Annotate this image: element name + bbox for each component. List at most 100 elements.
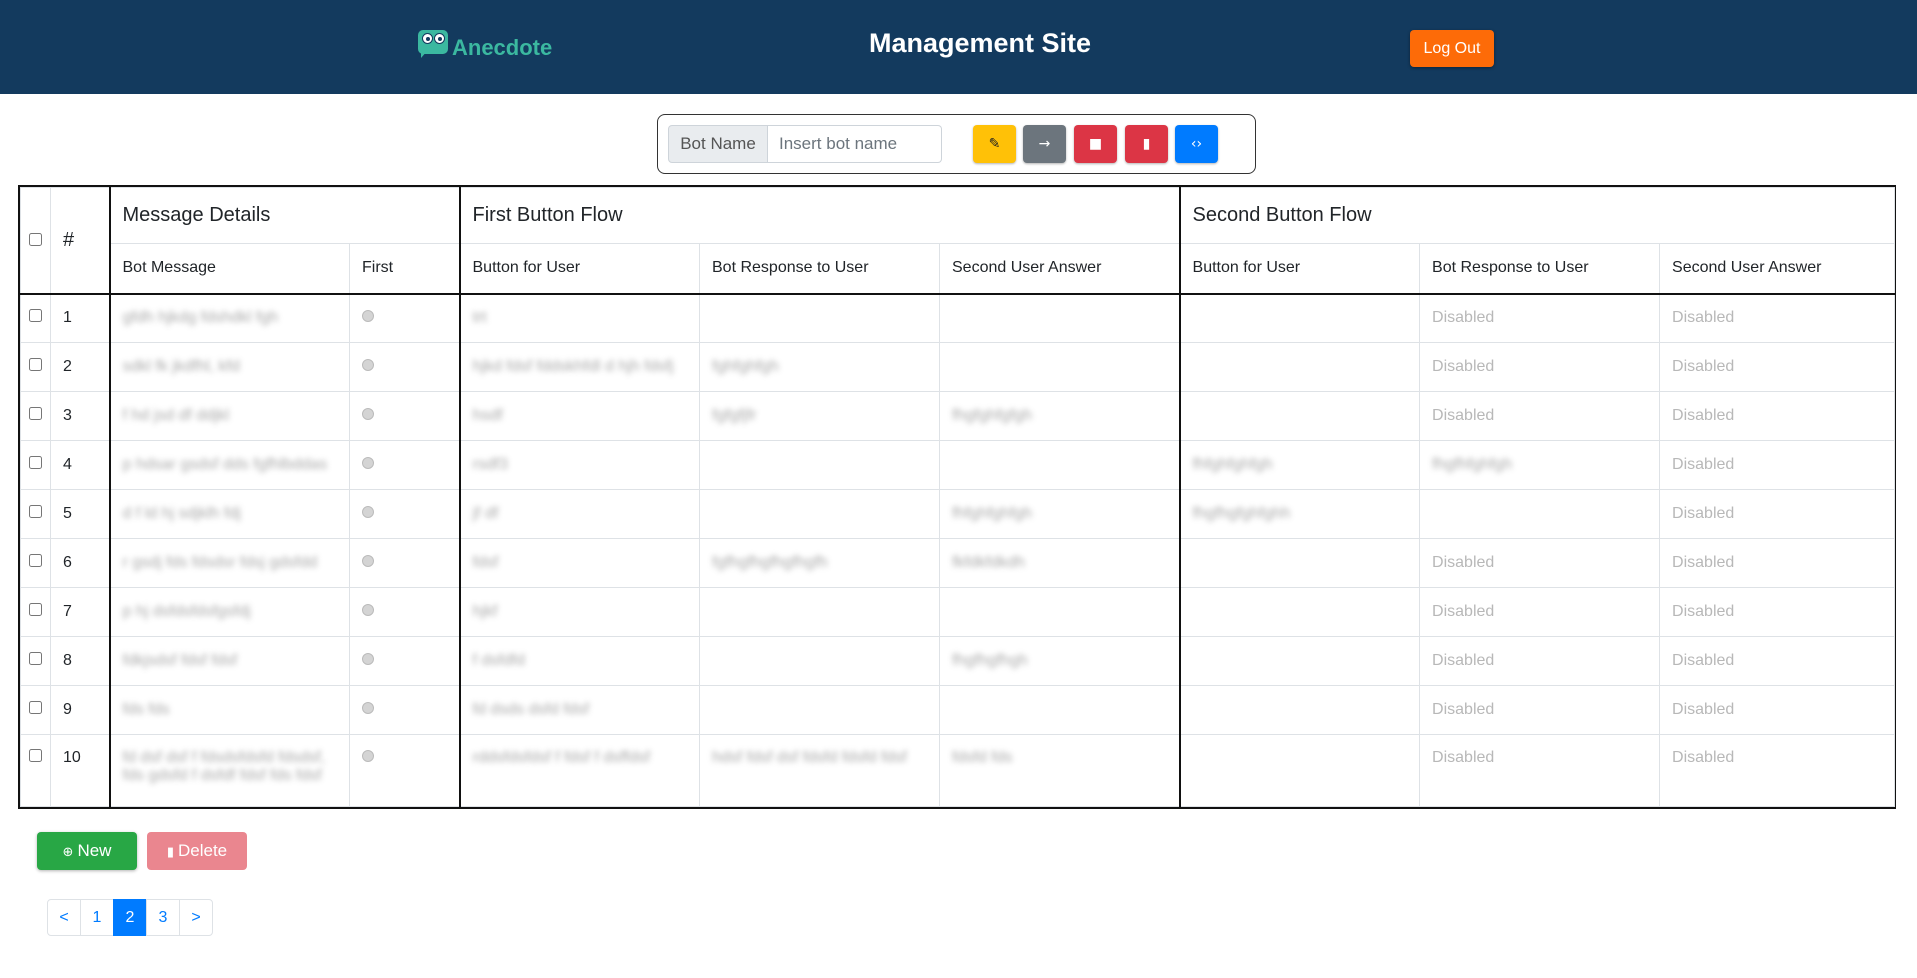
- cell-a1[interactable]: fhfghfghfgh: [938, 489, 1181, 539]
- row-checkbox[interactable]: [29, 456, 42, 469]
- cell-r2[interactable]: Disabled: [1419, 391, 1661, 441]
- cell-a2[interactable]: Disabled: [1659, 587, 1896, 637]
- cell-r1[interactable]: [699, 440, 940, 490]
- cell-r1[interactable]: hdsf fdsf dsf fdsfd fdsfd fdsf: [699, 734, 940, 807]
- cell-b1[interactable]: rsdf3: [458, 440, 700, 490]
- cell-r2[interactable]: Disabled: [1419, 342, 1661, 392]
- cell-b2[interactable]: [1178, 293, 1421, 343]
- cell-b2[interactable]: [1178, 342, 1421, 392]
- first-radio[interactable]: [362, 506, 374, 518]
- first-radio[interactable]: [362, 310, 374, 323]
- row-checkbox[interactable]: [29, 554, 42, 567]
- cell-b2[interactable]: [1178, 734, 1421, 807]
- row-checkbox[interactable]: [29, 603, 42, 616]
- cell-b1[interactable]: hjkd fdsf fddskhfdl d hjh fdsfj: [458, 342, 700, 392]
- row-checkbox[interactable]: [29, 701, 42, 714]
- cell-b2[interactable]: [1178, 685, 1421, 735]
- cell-r1[interactable]: [699, 636, 940, 686]
- row-checkbox[interactable]: [29, 505, 42, 518]
- cell-a1[interactable]: [938, 293, 1181, 343]
- delete-button[interactable]: ▮ Delete: [147, 832, 247, 870]
- cell-r2[interactable]: Disabled: [1419, 587, 1661, 637]
- cell-b2[interactable]: [1178, 587, 1421, 637]
- cell-b2[interactable]: [1178, 636, 1421, 686]
- delete-bot-button[interactable]: ▮: [1125, 125, 1168, 163]
- cell-r2[interactable]: [1419, 489, 1661, 539]
- save-button[interactable]: ■: [1074, 125, 1117, 163]
- page-2-button[interactable]: 2: [113, 899, 147, 936]
- cell-a1[interactable]: [938, 440, 1181, 490]
- cell-b1[interactable]: fd dsds dsfd fdsf: [458, 685, 700, 735]
- next-page-button[interactable]: >: [179, 899, 213, 936]
- first-radio[interactable]: [362, 457, 374, 469]
- first-radio[interactable]: [362, 702, 374, 714]
- cell-r2[interactable]: Disabled: [1419, 636, 1661, 686]
- cell-a2[interactable]: Disabled: [1659, 636, 1896, 686]
- page-3-button[interactable]: 3: [146, 899, 180, 936]
- cell-b2[interactable]: [1178, 538, 1421, 588]
- cell-msg[interactable]: f hd jsd df ddjkl: [108, 391, 350, 441]
- cell-msg[interactable]: fdkjsdsf fdsf fdsf: [108, 636, 350, 686]
- row-checkbox[interactable]: [29, 652, 42, 665]
- select-all-checkbox[interactable]: [29, 232, 42, 246]
- cell-r2[interactable]: fhgfhfghfgh: [1419, 440, 1661, 490]
- cell-b1[interactable]: f dsfdfd: [458, 636, 700, 686]
- cell-r1[interactable]: [699, 587, 940, 637]
- cell-r1[interactable]: [699, 685, 940, 735]
- cell-a2[interactable]: Disabled: [1659, 734, 1896, 807]
- row-checkbox[interactable]: [29, 358, 42, 371]
- cell-msg[interactable]: gfdh hjkdg fdshdkl fgh: [108, 293, 350, 343]
- cell-b2[interactable]: [1178, 391, 1421, 441]
- edit-button[interactable]: ✎: [973, 125, 1016, 163]
- cell-r2[interactable]: Disabled: [1419, 538, 1661, 588]
- cell-msg[interactable]: sdkl fk jkdfhl, kfd: [108, 342, 350, 392]
- cell-msg[interactable]: fd dsf dsf f fdsdsfdsfd fdsdsf, fds gdsf…: [108, 734, 350, 807]
- cell-b2[interactable]: fhgfhgfghfghh: [1178, 489, 1421, 539]
- cell-b1[interactable]: trt: [458, 293, 700, 343]
- cell-a1[interactable]: [938, 587, 1181, 637]
- first-radio[interactable]: [362, 653, 374, 665]
- cell-a1[interactable]: fdsfd fds: [938, 734, 1181, 807]
- logout-button[interactable]: Log Out: [1410, 30, 1494, 67]
- cell-r1[interactable]: [699, 489, 940, 539]
- cell-msg[interactable]: fds fds: [108, 685, 350, 735]
- cell-msg[interactable]: r gsdj fds fdsdsr fdsj gdsfdd: [108, 538, 350, 588]
- cell-a2[interactable]: Disabled: [1659, 440, 1896, 490]
- first-radio[interactable]: [362, 750, 374, 762]
- cell-b1[interactable]: rddsfdsfdsf f fdsf f dsffdsf: [458, 734, 700, 807]
- cell-r1[interactable]: fgfhgfhgfhgfhgfh: [699, 538, 940, 588]
- cell-a2[interactable]: Disabled: [1659, 489, 1896, 539]
- row-checkbox[interactable]: [29, 309, 42, 323]
- cell-a1[interactable]: [938, 342, 1181, 392]
- cell-a1[interactable]: fhgfhgfhgh: [938, 636, 1181, 686]
- first-radio[interactable]: [362, 359, 374, 371]
- cell-a1[interactable]: fhgfghfgfgh: [938, 391, 1181, 441]
- cell-a2[interactable]: Disabled: [1659, 342, 1896, 392]
- cell-r2[interactable]: Disabled: [1419, 293, 1661, 343]
- prev-page-button[interactable]: <: [47, 899, 81, 936]
- cell-a2[interactable]: Disabled: [1659, 391, 1896, 441]
- row-checkbox[interactable]: [29, 407, 42, 420]
- cell-r1[interactable]: fgfgfjfr: [699, 391, 940, 441]
- cell-a1[interactable]: fkfdkfdkdh: [938, 538, 1181, 588]
- next-button[interactable]: →: [1023, 125, 1066, 163]
- new-button[interactable]: ⊕ New: [37, 832, 137, 870]
- cell-b1[interactable]: jf df: [458, 489, 700, 539]
- cell-r2[interactable]: Disabled: [1419, 734, 1661, 807]
- cell-r2[interactable]: Disabled: [1419, 685, 1661, 735]
- cell-b2[interactable]: fhfghfghfgh: [1178, 440, 1421, 490]
- cell-msg[interactable]: p hj dsfdsfdsfgsfdj: [108, 587, 350, 637]
- cell-r1[interactable]: fghfghfgh: [699, 342, 940, 392]
- cell-msg[interactable]: d f ld hj sdjklh fdj: [108, 489, 350, 539]
- cell-r1[interactable]: [699, 293, 940, 343]
- cell-a2[interactable]: Disabled: [1659, 538, 1896, 588]
- bot-name-input[interactable]: [768, 125, 942, 163]
- cell-a1[interactable]: [938, 685, 1181, 735]
- row-checkbox[interactable]: [29, 749, 42, 762]
- cell-a2[interactable]: Disabled: [1659, 685, 1896, 735]
- cell-b1[interactable]: hsdf: [458, 391, 700, 441]
- cell-b1[interactable]: hjkf: [458, 587, 700, 637]
- cell-msg[interactable]: p hdsar gsdsf dds fgfhlbddas: [108, 440, 350, 490]
- first-radio[interactable]: [362, 555, 374, 567]
- cell-b1[interactable]: fdsf: [458, 538, 700, 588]
